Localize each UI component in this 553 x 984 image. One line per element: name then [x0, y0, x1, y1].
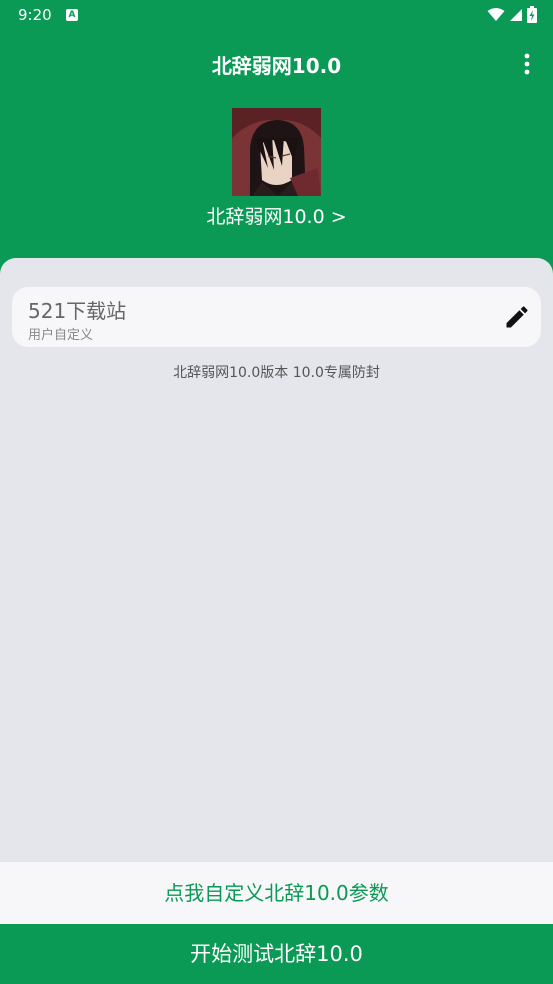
status-icons: [487, 6, 537, 23]
page-title: 北辞弱网10.0: [211, 54, 342, 78]
config-name: 521下载站: [28, 299, 127, 323]
status-time: 9:20: [18, 6, 52, 24]
status-bar: 9:20 A: [0, 0, 553, 32]
wifi-icon: [487, 7, 505, 21]
customize-params-button[interactable]: 点我自定义北辞10.0参数: [0, 862, 553, 924]
profile-link[interactable]: 北辞弱网10.0 >: [0, 202, 553, 229]
config-card[interactable]: 521下载站 用户自定义: [12, 287, 541, 347]
edit-button[interactable]: [503, 303, 531, 331]
avatar[interactable]: [232, 108, 321, 196]
avatar-image: [232, 108, 321, 196]
battery-charging-icon: [527, 6, 537, 23]
signal-icon: [510, 8, 522, 21]
version-text: 北辞弱网10.0版本 10.0专属防封: [173, 365, 380, 381]
a-notification-icon: A: [66, 9, 78, 21]
more-menu-button[interactable]: [515, 50, 539, 78]
more-vert-icon: [524, 53, 530, 75]
start-test-button[interactable]: 开始测试北辞10.0: [0, 924, 553, 984]
content-panel: [0, 258, 553, 862]
config-subtitle: 用户自定义: [28, 328, 94, 343]
edit-icon: [506, 306, 528, 328]
